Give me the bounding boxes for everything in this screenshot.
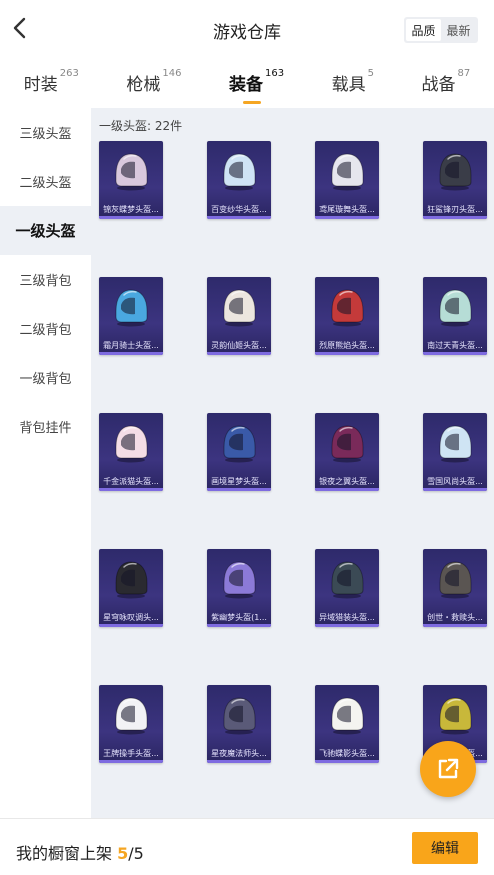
item-name: 南过天青头盔... [427, 341, 483, 350]
showcase-total-count: /5 [128, 844, 144, 863]
edit-button[interactable]: 编辑 [412, 832, 478, 864]
category-tabs: 时装263 枪械146 装备163 载具5 战备87 [0, 58, 494, 106]
helmet-icon [223, 153, 256, 191]
item-name: 狂鲨锋刃头盔... [427, 205, 483, 214]
item-name: 异域猎装头盔... [319, 613, 375, 622]
item-card[interactable]: 狂鲨锋刃头盔... [423, 141, 487, 219]
item-name: 雪国风尚头盔... [427, 477, 483, 486]
item-name: 星夜魔法师头... [211, 749, 267, 758]
header: 游戏仓库 品质 最新 [0, 0, 494, 58]
item-name: 霜月骑士头盔... [103, 341, 159, 350]
tab-guns[interactable]: 枪械146 [126, 68, 182, 95]
item-name: 灵韵仙姬头盔... [211, 341, 267, 350]
helmet-icon [115, 153, 148, 191]
tab-count: 146 [162, 68, 182, 79]
item-name: 星穹咏叹调头... [103, 613, 159, 622]
sidebar-item-level2-helmet[interactable]: 二级头盔 [0, 157, 91, 206]
helmet-icon [439, 289, 472, 327]
tab-label: 装备 [228, 75, 263, 95]
item-name: 百变纱华头盔... [211, 205, 267, 214]
item-card[interactable]: 银夜之翼头盔... [315, 413, 379, 491]
helmet-icon [439, 561, 472, 599]
tab-count: 163 [264, 68, 285, 79]
showcase-footer: 我的橱窗上架 5/5 编辑 [0, 818, 494, 875]
helmet-icon [115, 425, 148, 463]
sort-toggle: 品质 最新 [404, 17, 478, 43]
item-card[interactable]: 雪国风尚头盔... [423, 413, 487, 491]
item-card[interactable]: 王牌操手头盔... [99, 685, 163, 763]
item-panel: 一级头盔: 22件 锦灰蝶梦头盔... 百变纱华头盔... 鸢尾璇舞头盔... 狂鲨锋… [91, 108, 494, 875]
helmet-icon [223, 561, 256, 599]
helmet-icon [223, 697, 256, 735]
sort-quality-button[interactable]: 品质 [406, 19, 441, 41]
item-name: 紫幽梦头盔(1... [211, 613, 267, 622]
helmet-icon [223, 425, 256, 463]
sidebar-item-level3-backpack[interactable]: 三级背包 [0, 255, 91, 304]
item-card[interactable]: 南过天青头盔... [423, 277, 487, 355]
tab-count: 87 [457, 68, 471, 79]
showcase-label: 我的橱窗上架 [16, 844, 113, 863]
tab-label: 战备 [421, 75, 456, 95]
tab-label: 载具 [331, 75, 366, 95]
tab-equipment[interactable]: 装备163 [228, 68, 285, 104]
tab-count: 263 [59, 68, 79, 79]
sidebar-item-level2-backpack[interactable]: 二级背包 [0, 304, 91, 353]
category-count-label: 一级头盔: 22件 [99, 119, 183, 133]
item-card[interactable]: 百变纱华头盔... [207, 141, 271, 219]
tab-fashion[interactable]: 时装263 [23, 68, 79, 95]
item-name: 飞驰蝶影头盔... [319, 749, 375, 758]
item-name: 锦灰蝶梦头盔... [103, 205, 159, 214]
item-card[interactable]: 飞驰蝶影头盔... [315, 685, 379, 763]
item-name: 鸢尾璇舞头盔... [319, 205, 375, 214]
tab-supplies[interactable]: 战备87 [421, 68, 471, 95]
helmet-icon [331, 425, 364, 463]
tab-active-indicator [242, 101, 261, 104]
sidebar: 三级头盔 二级头盔 一级头盔 三级背包 二级背包 一级背包 背包挂件 [0, 108, 91, 818]
item-card[interactable]: 鸢尾璇舞头盔... [315, 141, 379, 219]
external-link-icon [438, 758, 459, 779]
item-name: 银夜之翼头盔... [319, 477, 375, 486]
item-card[interactable]: 星穹咏叹调头... [99, 549, 163, 627]
helmet-icon [331, 697, 364, 735]
item-card[interactable]: 霜月骑士头盔... [99, 277, 163, 355]
tab-label: 时装 [23, 75, 58, 95]
share-button[interactable] [420, 741, 476, 797]
item-name: 千金派猫头盔... [103, 477, 159, 486]
item-card[interactable]: 星夜魔法师头... [207, 685, 271, 763]
tab-count: 5 [367, 68, 374, 79]
sort-newest-button[interactable]: 最新 [441, 19, 476, 41]
helmet-icon [115, 561, 148, 599]
helmet-icon [331, 561, 364, 599]
item-card[interactable]: 锦灰蝶梦头盔... [99, 141, 163, 219]
helmet-icon [223, 289, 256, 327]
item-name: 创世・救赎头... [427, 613, 483, 622]
helmet-icon [439, 153, 472, 191]
item-card[interactable]: 异域猎装头盔... [315, 549, 379, 627]
item-card[interactable]: 烈原熊焰头盔... [315, 277, 379, 355]
item-card[interactable]: 紫幽梦头盔(1... [207, 549, 271, 627]
item-card[interactable]: 千金派猫头盔... [99, 413, 163, 491]
showcase-status: 我的橱窗上架 5/5 [16, 840, 144, 864]
helmet-icon [115, 697, 148, 735]
helmet-icon [331, 289, 364, 327]
sidebar-item-level1-helmet[interactable]: 一级头盔 [0, 206, 91, 255]
item-card[interactable]: 灵韵仙姬头盔... [207, 277, 271, 355]
showcase-current-count: 5 [117, 844, 129, 863]
sidebar-item-level3-helmet[interactable]: 三级头盔 [0, 108, 91, 157]
helmet-icon [439, 425, 472, 463]
item-card[interactable]: 画境星梦头盔... [207, 413, 271, 491]
sidebar-item-level1-backpack[interactable]: 一级背包 [0, 353, 91, 402]
helmet-icon [439, 697, 472, 735]
tab-vehicles[interactable]: 载具5 [331, 68, 374, 95]
sidebar-item-backpack-charm[interactable]: 背包挂件 [0, 402, 91, 451]
item-card[interactable]: 创世・救赎头... [423, 549, 487, 627]
tab-label: 枪械 [126, 75, 161, 95]
helmet-icon [331, 153, 364, 191]
item-name: 王牌操手头盔... [103, 749, 159, 758]
item-name: 画境星梦头盔... [211, 477, 267, 486]
helmet-icon [115, 289, 148, 327]
item-name: 烈原熊焰头盔... [319, 341, 375, 350]
